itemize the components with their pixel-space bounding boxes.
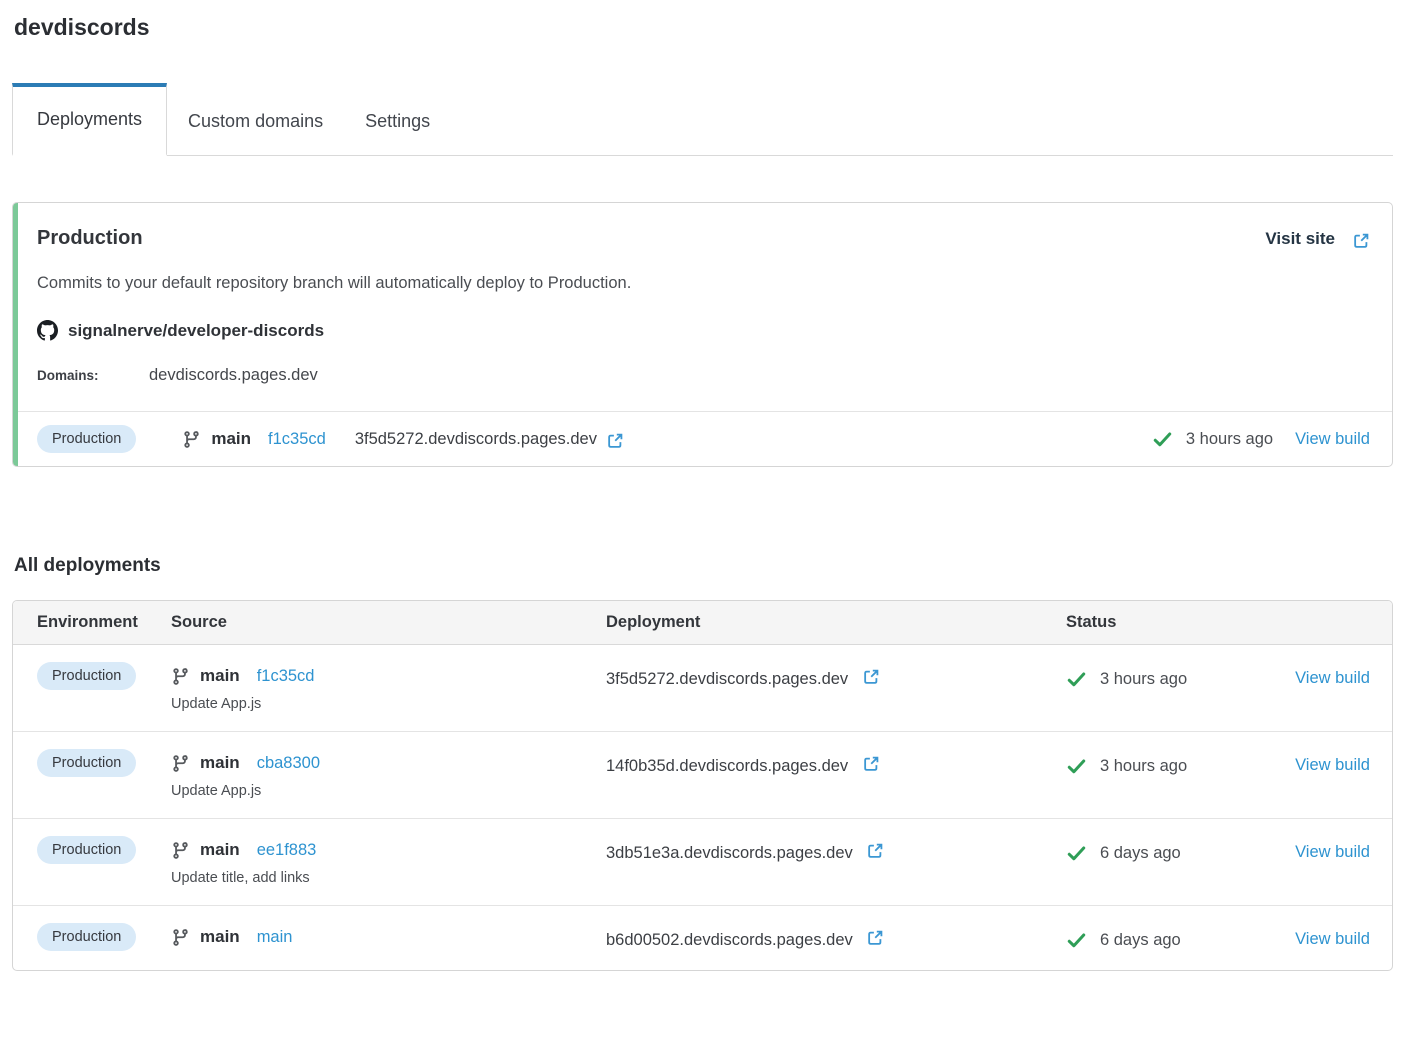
domains-value: devdiscords.pages.dev bbox=[149, 366, 318, 384]
deployment-url: 3f5d5272.devdiscords.pages.dev bbox=[606, 670, 849, 688]
commit-message: Update App.js bbox=[171, 783, 262, 799]
deployment-time: 3 hours ago bbox=[1100, 757, 1188, 775]
branch-name: main bbox=[200, 753, 240, 772]
deployment-time: 3 hours ago bbox=[1185, 429, 1274, 448]
external-link-icon[interactable] bbox=[866, 929, 884, 947]
deployment-url: 14f0b35d.devdiscords.pages.dev bbox=[606, 757, 849, 775]
branch-name: main bbox=[200, 927, 240, 946]
column-header-deployment: Deployment bbox=[606, 613, 701, 631]
pages-project-page: devdiscords Deployments Custom domains S… bbox=[0, 0, 1413, 987]
deployment-url: 3f5d5272.devdiscords.pages.dev bbox=[354, 429, 597, 448]
deployment-time: 6 days ago bbox=[1100, 844, 1181, 862]
deployment-url: b6d00502.devdiscords.pages.dev bbox=[606, 931, 853, 949]
deployment-table-row: Production main ee1f883 Update title, ad… bbox=[13, 818, 1392, 905]
environment-badge: Production bbox=[37, 425, 137, 453]
commit-link[interactable]: f1c35cd bbox=[268, 430, 326, 449]
commit-link[interactable]: main bbox=[257, 928, 293, 947]
tab-settings[interactable]: Settings bbox=[344, 86, 451, 155]
branch-name: main bbox=[211, 429, 252, 448]
deployments-table-header: Environment Source Deployment Status bbox=[13, 601, 1392, 645]
git-branch-icon bbox=[171, 754, 190, 773]
visit-site-label: Visit site bbox=[1265, 229, 1335, 248]
all-deployments-heading: All deployments bbox=[14, 555, 161, 576]
branch-name: main bbox=[200, 666, 240, 685]
success-check-icon bbox=[1152, 429, 1173, 450]
commit-message: Update App.js bbox=[171, 696, 262, 712]
deployment-time: 6 days ago bbox=[1100, 931, 1181, 949]
git-branch-icon bbox=[171, 928, 190, 947]
production-deployment-row: Production main f1c35cd 3f5d5272.devdisc… bbox=[13, 411, 1392, 466]
tab-deployments[interactable]: Deployments bbox=[12, 83, 168, 156]
environment-badge: Production bbox=[37, 749, 137, 777]
github-icon bbox=[37, 320, 58, 341]
deployment-table-row: Production main cba8300 Update App.js 14… bbox=[13, 731, 1392, 818]
deployment-time: 3 hours ago bbox=[1100, 670, 1188, 688]
external-link-icon[interactable] bbox=[862, 668, 880, 686]
external-link-icon[interactable] bbox=[862, 755, 880, 773]
commit-message: Update title, add links bbox=[171, 870, 310, 886]
environment-badge: Production bbox=[37, 836, 137, 864]
page-title: devdiscords bbox=[14, 14, 150, 40]
deployments-table: Environment Source Deployment Status Pro… bbox=[12, 600, 1393, 971]
view-build-link[interactable]: View build bbox=[1295, 843, 1370, 861]
success-check-icon bbox=[1066, 756, 1087, 777]
commit-link[interactable]: ee1f883 bbox=[257, 841, 317, 860]
branch-name: main bbox=[200, 840, 240, 859]
git-branch-icon bbox=[171, 667, 190, 686]
deployment-table-row: Production main f1c35cd Update App.js 3f… bbox=[13, 645, 1392, 731]
success-check-icon bbox=[1066, 930, 1087, 951]
environment-badge: Production bbox=[37, 662, 137, 690]
external-link-icon[interactable] bbox=[606, 432, 624, 450]
commit-link[interactable]: cba8300 bbox=[257, 754, 320, 773]
repo-link[interactable]: signalnerve/developer-discords bbox=[68, 321, 324, 341]
view-build-link[interactable]: View build bbox=[1295, 430, 1370, 449]
column-header-source: Source bbox=[171, 613, 227, 631]
column-header-environment: Environment bbox=[37, 613, 138, 631]
production-card: Production Visit site Commits to your de… bbox=[12, 202, 1393, 467]
environment-badge: Production bbox=[37, 923, 137, 951]
column-header-status: Status bbox=[1066, 613, 1117, 631]
git-branch-icon bbox=[171, 841, 190, 860]
view-build-link[interactable]: View build bbox=[1295, 930, 1370, 948]
visit-site-link[interactable]: Visit site bbox=[1265, 229, 1370, 249]
domains-label: Domains: bbox=[37, 368, 99, 383]
commit-link[interactable]: f1c35cd bbox=[257, 667, 315, 686]
deployments-table-body: Production main f1c35cd Update App.js 3f… bbox=[13, 645, 1392, 970]
production-card-description: Commits to your default repository branc… bbox=[37, 274, 632, 292]
production-card-title: Production bbox=[37, 227, 143, 249]
success-check-icon bbox=[1066, 843, 1087, 864]
success-check-icon bbox=[1066, 669, 1087, 690]
external-link-icon[interactable] bbox=[866, 842, 884, 860]
tab-bar: Deployments Custom domains Settings bbox=[12, 83, 1393, 156]
deployment-url: 3db51e3a.devdiscords.pages.dev bbox=[606, 844, 853, 862]
deployment-table-row: Production main main b6d00502.devdiscord… bbox=[13, 905, 1392, 970]
external-link-icon bbox=[1352, 232, 1370, 250]
view-build-link[interactable]: View build bbox=[1295, 669, 1370, 687]
git-branch-icon bbox=[182, 430, 201, 449]
tab-custom-domains[interactable]: Custom domains bbox=[167, 86, 344, 155]
view-build-link[interactable]: View build bbox=[1295, 756, 1370, 774]
